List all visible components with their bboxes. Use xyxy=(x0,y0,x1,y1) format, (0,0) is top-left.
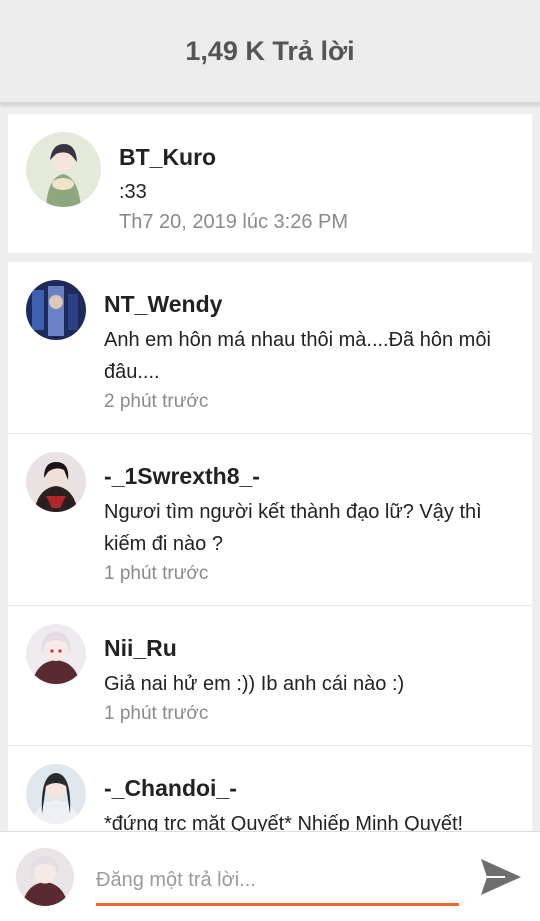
header-bar: 1,49 K Trả lời xyxy=(0,0,540,104)
reply-text: Ngươi tìm người kết thành đạo lữ? Vậy th… xyxy=(104,501,482,555)
avatar xyxy=(16,848,74,906)
avatar[interactable] xyxy=(26,280,86,340)
reply-username[interactable]: NT_Wendy xyxy=(104,290,516,318)
reply-timestamp: 1 phút trước xyxy=(104,703,209,724)
reply-item: Nii_Ru Giả nai hử em :)) Ib anh cái nào … xyxy=(8,606,532,746)
user-avatar-icon xyxy=(16,848,74,906)
reply-text: Giả nai hử em :)) Ib anh cái nào :) xyxy=(104,673,405,695)
user-avatar-icon xyxy=(26,132,101,207)
reply-timestamp: 1 phút trước xyxy=(104,563,209,584)
reply-input[interactable] xyxy=(96,858,459,906)
avatar[interactable] xyxy=(26,132,101,207)
reply-item: NT_Wendy Anh em hôn má nhau thôi mà....Đ… xyxy=(8,262,532,434)
op-timestamp: Th7 20, 2019 lúc 3:26 PM xyxy=(119,211,349,233)
reply-item: -_1Swrexth8_- Ngươi tìm người kết thành … xyxy=(8,434,532,606)
reply-list: NT_Wendy Anh em hôn má nhau thôi mà....Đ… xyxy=(8,262,532,831)
avatar[interactable] xyxy=(26,452,86,512)
avatar[interactable] xyxy=(26,624,86,684)
reply-username[interactable]: -_Chandoi_- xyxy=(104,774,516,802)
avatar[interactable] xyxy=(26,764,86,824)
reply-username[interactable]: Nii_Ru xyxy=(104,634,516,662)
op-username[interactable]: BT_Kuro xyxy=(119,144,216,171)
original-post: BT_Kuro :33 Th7 20, 2019 lúc 3:26 PM xyxy=(8,114,532,253)
reply-text: Anh em hôn má nhau thôi mà....Đã hôn môi… xyxy=(104,329,491,383)
user-avatar-icon xyxy=(26,452,86,512)
reply-username[interactable]: -_1Swrexth8_- xyxy=(104,462,516,490)
op-text: :33 xyxy=(119,181,147,203)
reply-timestamp: 2 phút trước xyxy=(104,391,209,412)
send-icon xyxy=(481,859,521,895)
reply-text: *đứng trc mặt Quyết* Nhiếp Minh Quyết! xyxy=(104,813,464,831)
user-avatar-icon xyxy=(26,624,86,684)
reply-composer xyxy=(0,831,540,921)
user-avatar-icon xyxy=(26,764,86,824)
reply-item: -_Chandoi_- *đứng trc mặt Quyết* Nhiếp M… xyxy=(8,746,532,831)
page-title: 1,49 K Trả lời xyxy=(185,35,355,66)
send-button[interactable] xyxy=(478,854,524,900)
user-avatar-icon xyxy=(26,280,86,340)
